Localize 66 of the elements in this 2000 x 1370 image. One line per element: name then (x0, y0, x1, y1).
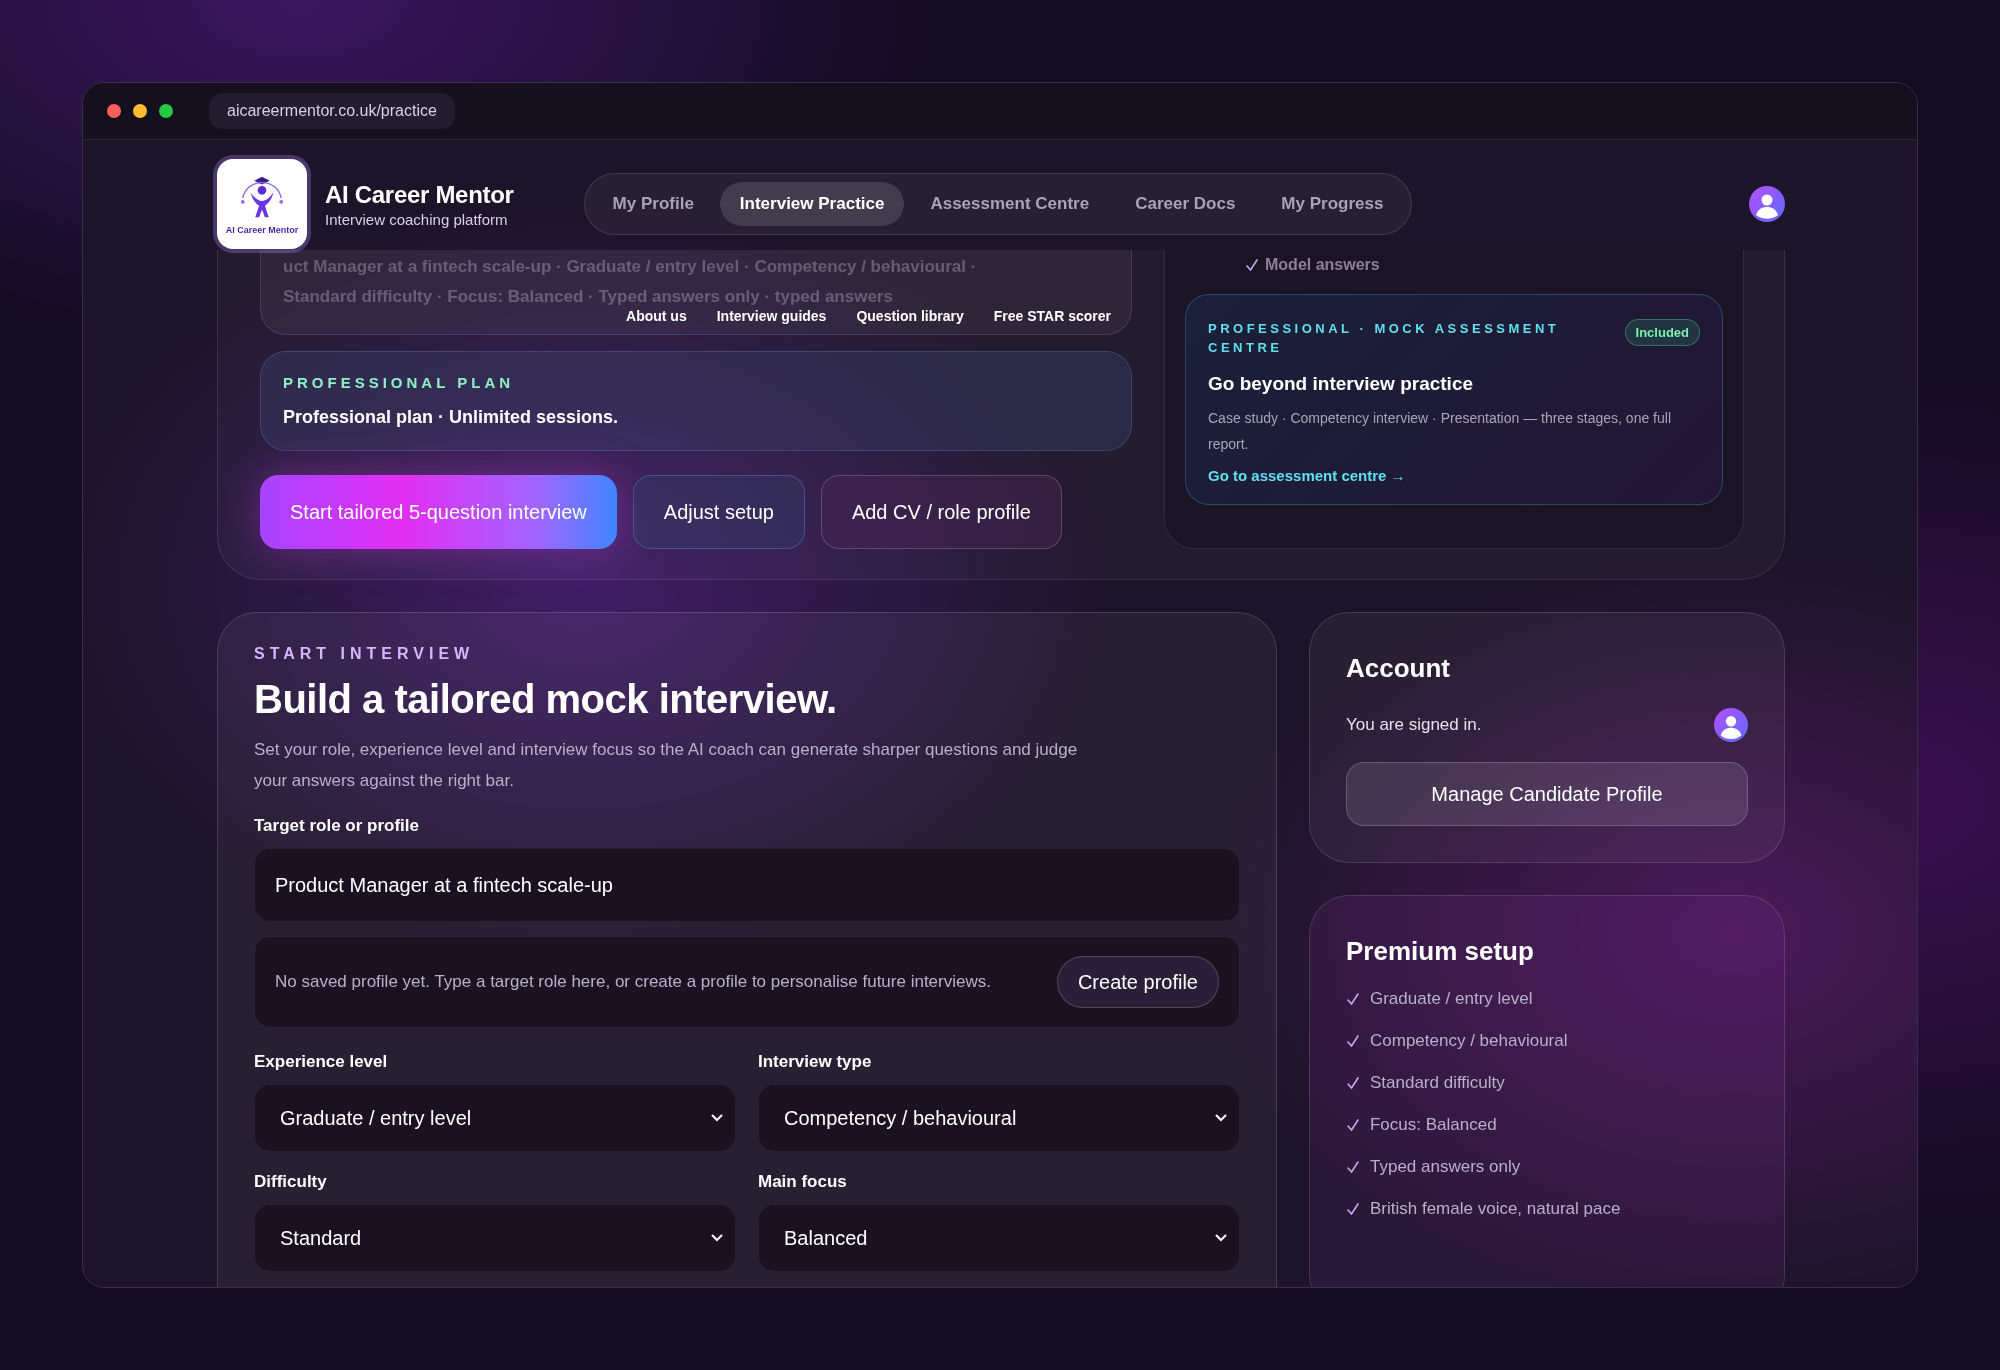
section-description: Set your role, experience level and interview focus so the AI coach can generate sharper questions and judge your answers against the right bar. (254, 739, 1079, 792)
notice-text: No saved profile yet. Type a target role here, or create a profile to personalise future interviews. (275, 972, 991, 992)
chevron-icon (1215, 1234, 1227, 1242)
assessment-title: Go beyond interview practice (1208, 373, 1475, 395)
field-label: Difficulty (254, 1172, 328, 1192)
nav-tab[interactable]: Assessment Centre (910, 182, 1110, 226)
chevron-icon (711, 1234, 723, 1242)
chevron-icon (711, 1114, 723, 1122)
nav-tab[interactable]: Career Docs (1115, 182, 1256, 226)
app-logo[interactable]: AI Career Mentor (217, 159, 307, 249)
chevron-icon (1215, 1114, 1227, 1122)
window-control-icon[interactable] (107, 104, 121, 118)
nav-link[interactable]: Free STAR scorer (993, 308, 1111, 324)
field-label: Experience level (254, 1052, 389, 1072)
section-eyebrow: START INTERVIEW (254, 645, 476, 663)
assessment-description: Case study · Competency interview · Presentation — three stages, one full report. (1208, 409, 1672, 454)
chip-label: Model answers (1265, 256, 1380, 274)
section-title: Build a tailored mock interview. (254, 677, 838, 722)
plan-text: Professional plan · Unlimited sessions. (283, 407, 620, 428)
brand-name: AI Career Mentor (325, 180, 514, 209)
feature-item: Typed answers only (1370, 1157, 1521, 1177)
assessment-link[interactable]: Go to assessment centre → (1208, 467, 1700, 484)
field-label: Interview type (758, 1052, 873, 1072)
nav-link[interactable]: About us (626, 308, 687, 324)
action-button[interactable]: Adjust setup (632, 475, 805, 549)
check-icon (1245, 258, 1259, 272)
avatar-icon (1749, 186, 1785, 222)
feature-item: Graduate / entry level (1370, 989, 1533, 1009)
manage-profile-button[interactable]: Manage Candidate Profile (1346, 762, 1748, 826)
role-input-field[interactable]: Product Manager at a fintech scale-up (254, 848, 1240, 922)
address-bar[interactable]: aicareermentor.co.uk/practice (209, 93, 455, 129)
nav-link[interactable]: Interview guides (716, 308, 827, 324)
check-icon (1346, 1160, 1360, 1174)
dropdown[interactable]: Competency / behavioural (758, 1084, 1240, 1152)
field-label: Main focus (758, 1172, 848, 1192)
dropdown[interactable]: Balanced (758, 1204, 1240, 1272)
feature-item: Focus: Balanced (1370, 1115, 1497, 1135)
logo-text: AI Career Mentor (225, 225, 299, 235)
check-icon (1346, 992, 1360, 1006)
check-icon (1346, 1202, 1360, 1216)
feature-item: British female voice, natural pace (1370, 1199, 1621, 1219)
nav-tab[interactable]: Interview Practice (719, 182, 905, 226)
check-icon (1346, 1118, 1360, 1132)
nav-tab[interactable]: My Progress (1261, 182, 1404, 226)
card-title: Account (1346, 653, 1451, 684)
check-icon (1346, 1076, 1360, 1090)
start-interview-button[interactable]: Start tailored 5-question interview (260, 475, 617, 549)
window-control-icon[interactable] (133, 104, 147, 118)
nav-tab[interactable]: My Profile (592, 182, 714, 226)
window-control-icon[interactable] (159, 104, 173, 118)
avatar-icon (1714, 708, 1748, 742)
plan-eyebrow: PROFESSIONAL PLAN (283, 374, 516, 391)
field-label: Target role or profile (254, 816, 420, 836)
assessment-eyebrow: PROFESSIONAL · MOCK ASSESSMENT CENTRE (1208, 320, 1561, 357)
dropdown[interactable]: Standard (254, 1204, 736, 1272)
action-button[interactable]: Add CV / role profile (820, 475, 1062, 549)
card-title: Premium setup (1346, 936, 1535, 967)
feature-item: Standard difficulty (1370, 1073, 1505, 1093)
dropdown[interactable]: Graduate / entry level (254, 1084, 736, 1152)
included-badge: Included (1624, 319, 1700, 346)
feature-item: Competency / behavioural (1370, 1031, 1568, 1051)
brand-tagline: Interview coaching platform (325, 210, 509, 228)
nav-link[interactable]: Question library (856, 308, 964, 324)
create-profile-button[interactable]: Create profile (1056, 956, 1219, 1008)
check-icon (1346, 1034, 1360, 1048)
account-status: You are signed in. (1346, 715, 1482, 735)
